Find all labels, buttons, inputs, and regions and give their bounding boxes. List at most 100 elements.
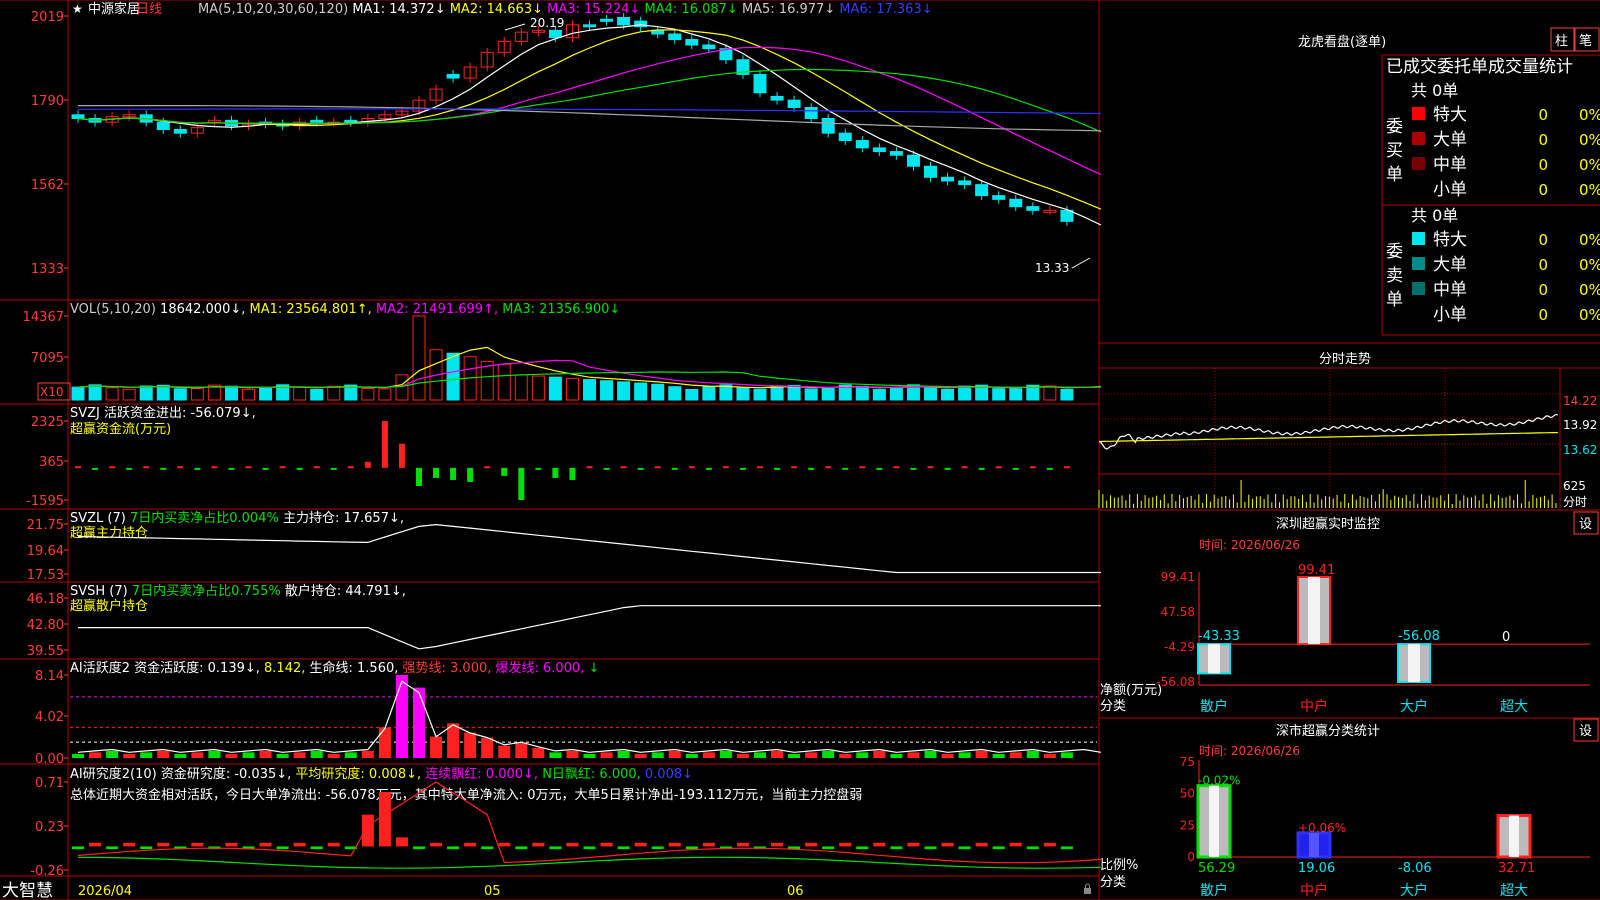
volume-bar[interactable]: [889, 386, 903, 401]
research-bar[interactable]: [378, 791, 391, 847]
candle-body[interactable]: [821, 117, 835, 134]
fund-flow-bar[interactable]: [995, 466, 1002, 469]
fund-flow-bar[interactable]: [944, 467, 951, 470]
activity-bar[interactable]: [702, 752, 715, 758]
volume-bar[interactable]: [259, 386, 273, 401]
candle-body[interactable]: [753, 73, 767, 94]
fund-flow-bar[interactable]: [876, 467, 883, 470]
research-bar[interactable]: [191, 842, 204, 847]
research-bar[interactable]: [89, 842, 102, 847]
star-icon[interactable]: ★: [72, 2, 83, 16]
volume-bar[interactable]: [617, 381, 631, 401]
research-bar[interactable]: [856, 846, 869, 850]
fund-flow-bar[interactable]: [381, 421, 388, 468]
activity-bar[interactable]: [106, 750, 119, 758]
research-bar[interactable]: [907, 842, 920, 847]
volume-bar[interactable]: [173, 388, 187, 401]
research-bar[interactable]: [1009, 842, 1022, 847]
volume-bar[interactable]: [872, 388, 886, 401]
candle-body[interactable]: [310, 119, 324, 123]
activity-bar[interactable]: [532, 747, 545, 758]
activity-bar[interactable]: [924, 750, 937, 758]
activity-bar[interactable]: [174, 753, 187, 758]
fund-flow-bar[interactable]: [279, 466, 286, 469]
volume-bar[interactable]: [651, 383, 665, 401]
activity-bar[interactable]: [958, 752, 971, 758]
activity-bar[interactable]: [736, 753, 749, 758]
research-bar[interactable]: [157, 842, 170, 847]
stock-chart-window[interactable]: ★ 中源家居 日线 MA(5,10,20,30,60,120) MA1: 14.…: [0, 0, 1600, 900]
fund-flow-bar[interactable]: [143, 466, 150, 469]
activity-bar[interactable]: [890, 753, 903, 758]
research-bar[interactable]: [992, 846, 1005, 850]
activity-bar[interactable]: [822, 750, 835, 758]
volume-bar[interactable]: [139, 385, 153, 401]
activity-bar[interactable]: [685, 753, 698, 758]
research-bar[interactable]: [975, 842, 988, 847]
research-bar[interactable]: [958, 846, 971, 850]
activity-bar[interactable]: [1060, 752, 1073, 758]
candle-body[interactable]: [156, 121, 170, 131]
research-bar[interactable]: [600, 842, 613, 847]
candle-body[interactable]: [804, 106, 818, 119]
volume-bar[interactable]: [1060, 388, 1074, 401]
candle-body[interactable]: [975, 184, 989, 197]
volume-bar[interactable]: [1009, 388, 1023, 401]
fund-flow-bar[interactable]: [484, 466, 491, 469]
fund-flow-bar[interactable]: [859, 466, 866, 469]
candle-body[interactable]: [924, 165, 937, 178]
fund-flow-bar[interactable]: [808, 467, 815, 470]
activity-bar[interactable]: [123, 753, 136, 758]
research-bar[interactable]: [941, 842, 954, 847]
fund-flow-bar[interactable]: [893, 466, 900, 469]
fund-flow-bar[interactable]: [92, 467, 99, 470]
activity-bar[interactable]: [344, 752, 357, 758]
activity-bar[interactable]: [242, 752, 255, 758]
candle-body[interactable]: [668, 33, 682, 41]
activity-bar[interactable]: [651, 752, 664, 758]
volume-bar[interactable]: [736, 387, 750, 401]
activity-bar[interactable]: [208, 750, 221, 758]
research-bar[interactable]: [634, 842, 647, 847]
activity-bar[interactable]: [378, 727, 391, 758]
research-bar[interactable]: [276, 846, 289, 850]
volume-bar[interactable]: [685, 388, 699, 401]
volume-bar[interactable]: [583, 379, 596, 401]
research-bar[interactable]: [259, 842, 272, 847]
activity-bar[interactable]: [72, 753, 84, 758]
activity-bar[interactable]: [856, 752, 869, 758]
fund-flow-bar[interactable]: [637, 467, 644, 470]
activity-bar[interactable]: [259, 750, 272, 758]
research-bar[interactable]: [361, 814, 374, 847]
fund-flow-bar[interactable]: [262, 467, 269, 470]
fund-flow-bar[interactable]: [416, 467, 422, 486]
research-bar[interactable]: [617, 846, 630, 850]
fund-flow-bar[interactable]: [433, 467, 440, 478]
activity-bar[interactable]: [839, 753, 852, 758]
volume-bar[interactable]: [600, 380, 614, 401]
fund-flow-bar[interactable]: [177, 466, 184, 469]
research-bar[interactable]: [515, 846, 528, 850]
candle-body[interactable]: [889, 151, 903, 156]
research-bar[interactable]: [140, 846, 153, 850]
volume-bar[interactable]: [821, 387, 835, 401]
research-bar[interactable]: [1043, 842, 1056, 847]
activity-bar[interactable]: [1026, 750, 1039, 758]
volume-bar[interactable]: [992, 388, 1006, 401]
research-bar[interactable]: [498, 842, 511, 847]
activity-bar[interactable]: [975, 750, 988, 758]
fund-flow-bar[interactable]: [739, 467, 746, 470]
research-bar[interactable]: [481, 846, 494, 850]
research-bar[interactable]: [395, 837, 408, 847]
fund-flow-bar[interactable]: [398, 443, 405, 468]
activity-bar[interactable]: [1043, 753, 1056, 758]
fund-flow-bar[interactable]: [1012, 467, 1019, 470]
fund-flow-bar[interactable]: [109, 466, 116, 469]
candle-body[interactable]: [787, 99, 801, 108]
volume-bar[interactable]: [548, 376, 562, 401]
research-bar[interactable]: [685, 846, 698, 850]
activity-bar[interactable]: [617, 750, 630, 758]
fund-flow-bar[interactable]: [364, 461, 371, 468]
fund-flow-bar[interactable]: [620, 466, 627, 469]
fund-flow-bar[interactable]: [586, 466, 593, 469]
